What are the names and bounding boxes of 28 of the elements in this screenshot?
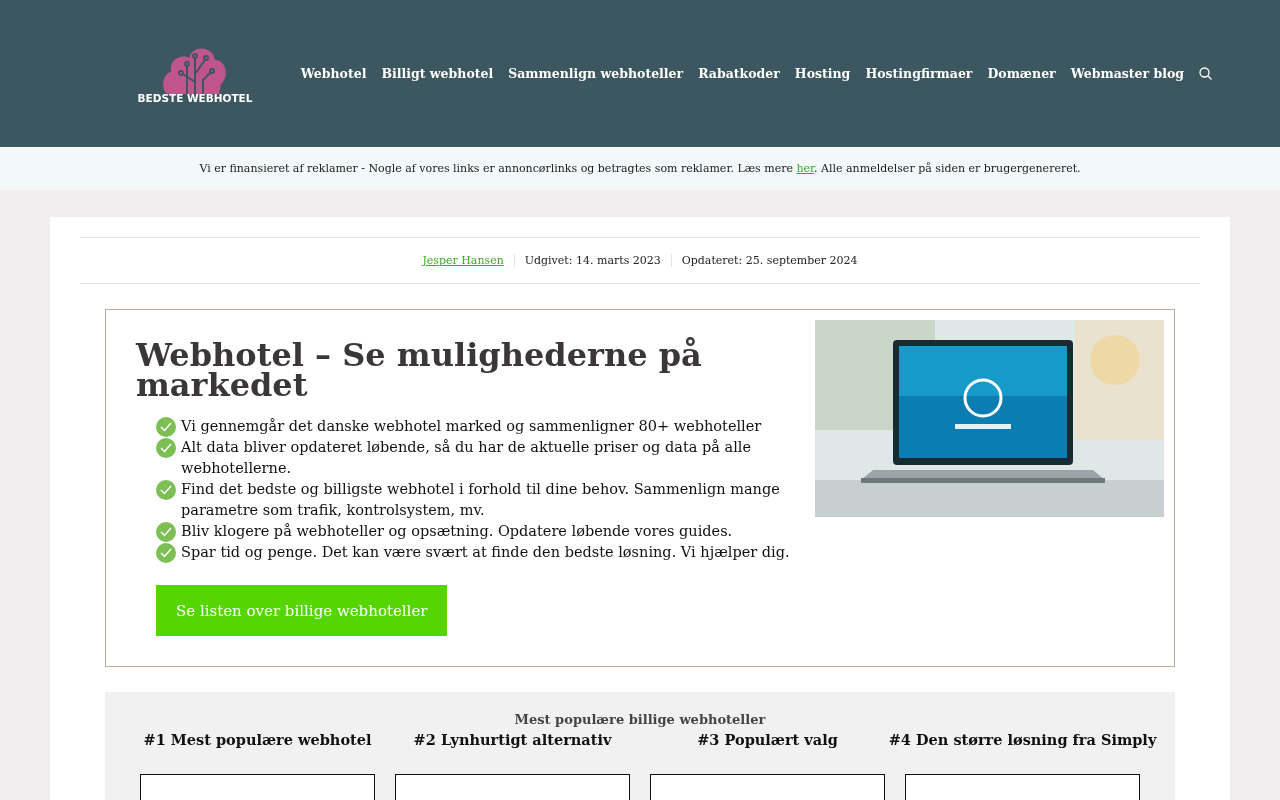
nav-link[interactable]: Hostingfirmaer: [865, 66, 973, 81]
benefit-text: Bliv klogere på webhoteller og opsætning. Opdatere løbende vores guides.: [181, 522, 733, 541]
column-heading: #4 Den større løsning fra Simply: [888, 731, 1157, 748]
published-date: Udgivet: 14. marts 2023: [524, 254, 661, 267]
nav-link[interactable]: Domæner: [987, 66, 1056, 81]
nav-link[interactable]: Billigt webhotel: [381, 66, 494, 81]
updated-date: Opdateret: 25. september 2024: [681, 254, 858, 267]
nav-link[interactable]: Hosting: [794, 66, 851, 81]
ad-disclosure-text: Vi er finansieret af reklamer - Nogle af vores links er annoncørlinks og betragtes som reklamer. Læs mere her. Alle anmeldelser på siden er brugergenereret.: [199, 162, 1081, 175]
column-heading: #1 Mest populære webhotel: [143, 731, 372, 748]
search-icon[interactable]: [1199, 67, 1212, 80]
benefit-text: Vi gennemgår det danske webhotel marked og sammenligner 80+ webhoteller: [181, 417, 762, 436]
nav-link[interactable]: Webhotel: [300, 66, 367, 81]
nav-link[interactable]: Rabatkoder: [698, 66, 780, 81]
column-heading: #2 Lynhurtigt alternativ: [413, 731, 612, 748]
check-icon: [156, 417, 176, 437]
benefit-text: Find det bedste og billigste webhotel i forhold til dine behov. Sammenlign mange parametre som trafik, kontrolsystem, mv.: [181, 480, 781, 520]
check-icon: [156, 543, 176, 563]
benefit-text: Spar tid og penge. Det kan være svært at finde den bedste løsning. Vi hjælper dig.: [181, 543, 790, 562]
check-icon: [156, 480, 176, 500]
check-icon: [156, 522, 176, 542]
nav-link[interactable]: Webmaster blog: [1070, 66, 1184, 81]
column-heading: #3 Populært valg: [697, 731, 838, 748]
benefit-text: Alt data bliver opdateret løbende, så du har de aktuelle priser og data på alle webhotellerne.: [181, 438, 752, 478]
check-icon: [156, 438, 176, 458]
nav-link[interactable]: Sammenlign webhoteller: [508, 66, 684, 81]
section-title: Mest populære billige webhoteller: [513, 712, 767, 727]
logo-text[interactable]: BEDSTE WEBHOTEL: [137, 91, 253, 104]
